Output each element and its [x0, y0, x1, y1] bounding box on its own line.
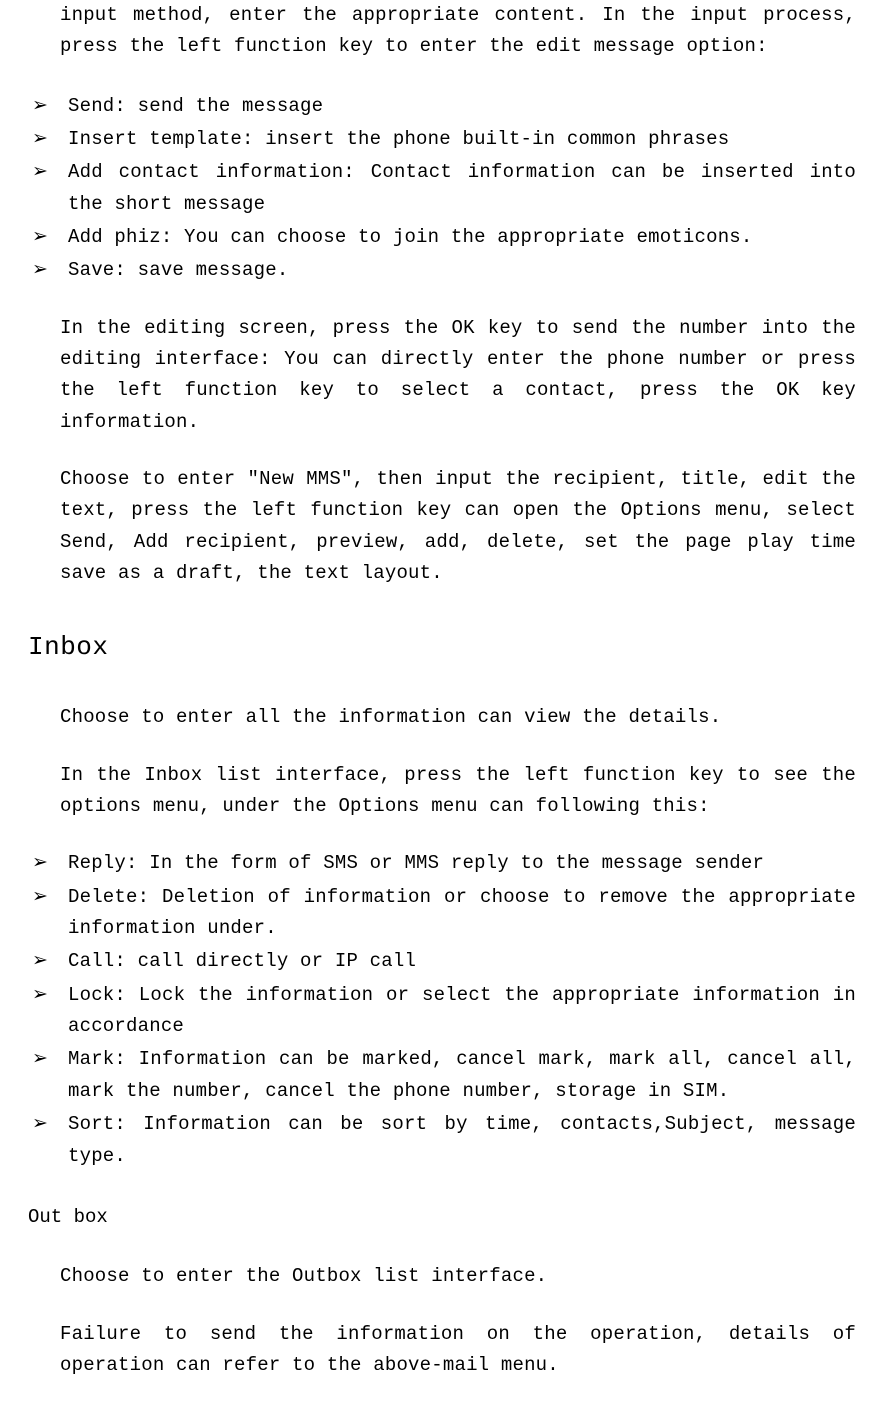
list-item: Add phiz: You can choose to join the app… [28, 222, 856, 253]
inbox-paragraph-1: Choose to enter all the information can … [60, 702, 856, 733]
outbox-heading: Out box [28, 1202, 856, 1233]
editing-screen-paragraph: In the editing screen, press the OK key … [60, 313, 856, 438]
list-item: Reply: In the form of SMS or MMS reply t… [28, 848, 856, 879]
inbox-paragraph-2: In the Inbox list interface, press the l… [60, 760, 856, 823]
intro-paragraph: input method, enter the appropriate cont… [60, 0, 856, 63]
inbox-options-list: Reply: In the form of SMS or MMS reply t… [28, 848, 856, 1171]
list-item: Send: send the message [28, 91, 856, 122]
list-item: Call: call directly or IP call [28, 946, 856, 977]
list-item: Mark: Information can be marked, cancel … [28, 1044, 856, 1107]
list-item: Insert template: insert the phone built-… [28, 124, 856, 155]
inbox-heading: Inbox [28, 626, 856, 669]
list-item: Lock: Lock the information or select the… [28, 980, 856, 1043]
edit-options-list: Send: send the message Insert template: … [28, 91, 856, 287]
list-item: Add contact information: Contact informa… [28, 157, 856, 220]
outbox-paragraph-1: Choose to enter the Outbox list interfac… [60, 1261, 856, 1292]
list-item: Sort: Information can be sort by time, c… [28, 1109, 856, 1172]
new-mms-paragraph: Choose to enter "New MMS", then input th… [60, 464, 856, 589]
list-item: Save: save message. [28, 255, 856, 286]
list-item: Delete: Deletion of information or choos… [28, 882, 856, 945]
